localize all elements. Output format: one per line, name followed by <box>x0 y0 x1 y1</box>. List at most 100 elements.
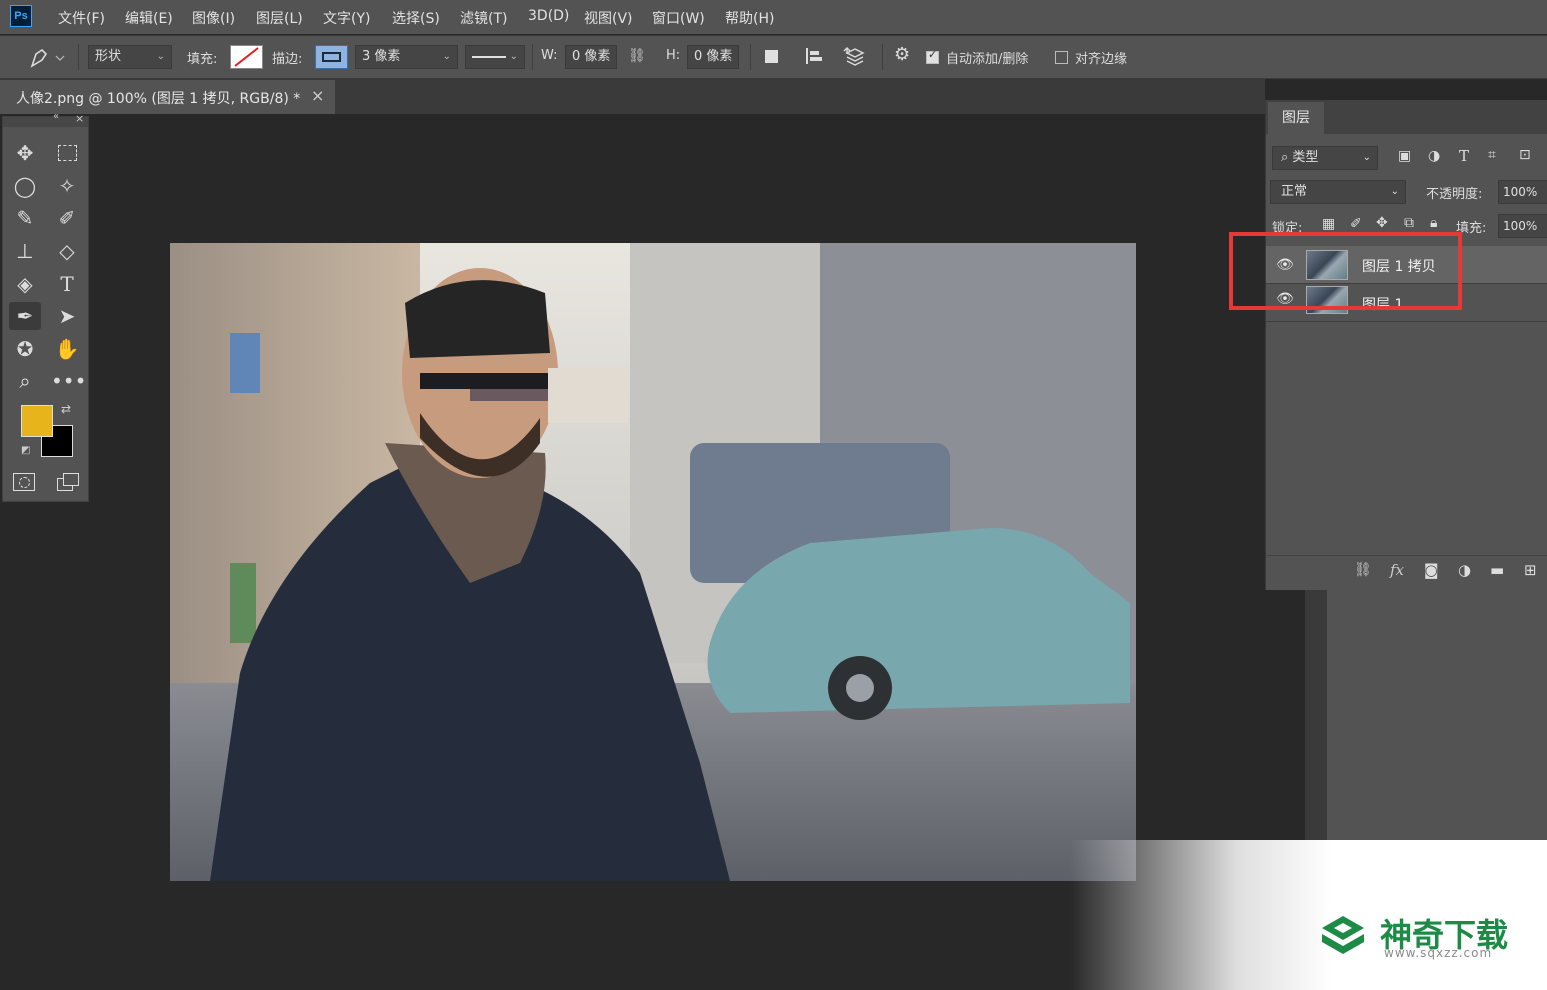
quick-mask-icon[interactable] <box>13 473 35 491</box>
menu-filter[interactable]: 滤镜(T) <box>460 8 507 28</box>
photoshop-logo[interactable]: Ps <box>10 5 32 27</box>
watermark: 神奇下载 www.sqxzz.com <box>1070 840 1547 990</box>
default-colors-icon[interactable]: ◩ <box>21 445 30 456</box>
filter-type-icon[interactable]: T <box>1459 147 1469 165</box>
stroke-type-select[interactable]: ⌄ <box>465 45 525 69</box>
fill-field[interactable]: 100% <box>1498 214 1547 238</box>
height-field[interactable]: 0 像素 <box>687 45 739 69</box>
lock-all-icon[interactable]: 🔒︎ <box>1430 215 1437 231</box>
adjustment-layer-icon[interactable]: ◑ <box>1458 561 1471 579</box>
custom-shape-icon[interactable]: ✪ <box>9 335 41 363</box>
lock-position-icon[interactable]: ✥ <box>1376 215 1388 231</box>
move-icon[interactable]: ✥ <box>9 139 41 167</box>
separator <box>750 44 751 70</box>
foreground-color-swatch[interactable] <box>21 405 53 437</box>
menu-view[interactable]: 视图(V) <box>584 8 633 28</box>
zoom-icon[interactable]: ⌕ <box>9 367 41 395</box>
blend-mode-select[interactable]: 正常 ⌄ <box>1270 180 1406 204</box>
tab-layers[interactable]: 图层 <box>1268 102 1324 134</box>
close-icon[interactable]: × <box>75 112 84 125</box>
fx-icon[interactable]: fx <box>1390 561 1404 579</box>
path-alignment-icon[interactable] <box>804 46 824 66</box>
link-icon[interactable]: ⛓ <box>628 48 646 64</box>
layers-panel-footer: ⛓ fx ◙ ◑ ▬ ⊞ <box>1266 555 1547 588</box>
eyedropper-icon[interactable]: ✎ <box>9 204 41 232</box>
menu-bar: Ps 文件(F) 编辑(E) 图像(I) 图层(L) 文字(Y) 选择(S) 滤… <box>0 0 1547 34</box>
width-field[interactable]: 0 像素 <box>565 45 617 69</box>
fill-swatch[interactable] <box>230 45 263 69</box>
opacity-value: 100% <box>1503 185 1538 199</box>
magic-wand-icon[interactable]: ✧ <box>51 172 83 200</box>
watermark-url: www.sqxzz.com <box>1384 946 1493 960</box>
link-icon[interactable]: ⛓ <box>1354 562 1372 578</box>
path-select-icon[interactable]: ➤ <box>51 302 83 330</box>
separator <box>78 44 79 70</box>
stamp-icon[interactable]: ⊥ <box>9 237 41 265</box>
marquee-icon[interactable] <box>51 139 83 167</box>
chevron-down-icon: ⌄ <box>156 51 165 62</box>
menu-edit[interactable]: 编辑(E) <box>125 8 173 28</box>
tool-mode-value: 形状 <box>95 49 122 64</box>
photo-street-portrait <box>170 243 1136 881</box>
pen-icon[interactable]: ✒ <box>9 302 41 330</box>
highlight-annotation <box>1229 232 1462 310</box>
menu-select[interactable]: 选择(S) <box>392 8 440 28</box>
filter-smart-object-icon[interactable]: ⊡ <box>1519 147 1531 163</box>
lock-image-icon[interactable]: ✐ <box>1350 216 1362 232</box>
layer-filter-select[interactable]: ⌕ 类型 ⌄ <box>1272 146 1378 170</box>
more-icon[interactable]: ••• <box>51 367 86 395</box>
opacity-field[interactable]: 100% <box>1498 180 1547 204</box>
fill-value: 100% <box>1503 219 1538 233</box>
screen-mode-icon[interactable] <box>57 473 79 491</box>
new-layer-icon[interactable]: ⊞ <box>1524 561 1537 579</box>
lock-transparent-icon[interactable]: ▦ <box>1322 216 1335 232</box>
menu-file[interactable]: 文件(F) <box>58 8 105 28</box>
auto-add-checkbox[interactable]: ✓ <box>926 48 939 64</box>
collapse-icon[interactable]: « <box>53 111 59 122</box>
menu-type[interactable]: 文字(Y) <box>323 8 370 28</box>
chevron-down-icon: ⌄ <box>509 51 518 62</box>
brush-icon[interactable]: ✐ <box>51 204 83 232</box>
document-tab[interactable]: 人像2.png @ 100% (图层 1 拷贝, RGB/8) * × <box>0 80 335 114</box>
menu-3d[interactable]: 3D(D) <box>528 8 569 24</box>
search-icon: ⌕ <box>1281 150 1293 165</box>
swap-colors-icon[interactable]: ⇄ <box>61 402 71 416</box>
height-value: 0 像素 <box>694 49 733 64</box>
lasso-icon[interactable]: ◯ <box>9 172 41 200</box>
tool-preset-picker[interactable] <box>26 46 66 70</box>
type-icon[interactable]: T <box>51 270 83 298</box>
mask-icon[interactable]: ◙ <box>1424 561 1439 579</box>
menu-layer[interactable]: 图层(L) <box>256 8 303 28</box>
hand-icon[interactable]: ✋ <box>51 335 83 363</box>
tool-mode-select[interactable]: 形状 ⌄ <box>88 45 172 69</box>
filter-adjustment-icon[interactable]: ◑ <box>1428 148 1440 164</box>
canvas-image[interactable] <box>170 243 1136 881</box>
path-operations-icon[interactable] <box>765 50 778 63</box>
panel-dock-area <box>1327 590 1547 840</box>
stroke-swatch[interactable] <box>315 45 348 69</box>
align-edges-checkbox[interactable] <box>1055 51 1068 64</box>
paint-bucket-icon[interactable]: ◈ <box>9 270 41 298</box>
chevron-down-icon: ⌄ <box>1390 186 1399 197</box>
width-value: 0 像素 <box>572 49 611 64</box>
chevron-down-icon: ⌄ <box>1362 152 1371 163</box>
filter-pixel-icon[interactable]: ▣ <box>1398 148 1411 164</box>
stroke-width-field[interactable]: 3 像素 ⌄ <box>355 45 458 69</box>
menu-window[interactable]: 窗口(W) <box>652 8 705 28</box>
no-fill-icon <box>234 47 259 67</box>
lock-artboard-icon[interactable]: ⧉ <box>1404 215 1414 231</box>
menu-help[interactable]: 帮助(H) <box>725 8 774 28</box>
folder-icon[interactable]: ▬ <box>1490 561 1504 579</box>
auto-add-label[interactable]: 自动添加/删除 <box>946 48 1028 67</box>
path-arrangement-icon[interactable] <box>843 45 867 67</box>
toolbox-header[interactable]: « × <box>3 111 88 127</box>
eraser-icon[interactable]: ◇ <box>51 237 83 265</box>
pen-icon <box>30 48 65 68</box>
menu-image[interactable]: 图像(I) <box>192 8 235 28</box>
width-label: W: <box>541 48 558 63</box>
close-icon[interactable]: × <box>311 86 324 105</box>
gear-icon[interactable]: ⚙ <box>894 44 910 65</box>
align-edges-label[interactable]: 对齐边缘 <box>1075 48 1127 67</box>
stroke-label: 描边: <box>272 52 303 67</box>
filter-shape-icon[interactable]: ⌗ <box>1488 147 1496 163</box>
